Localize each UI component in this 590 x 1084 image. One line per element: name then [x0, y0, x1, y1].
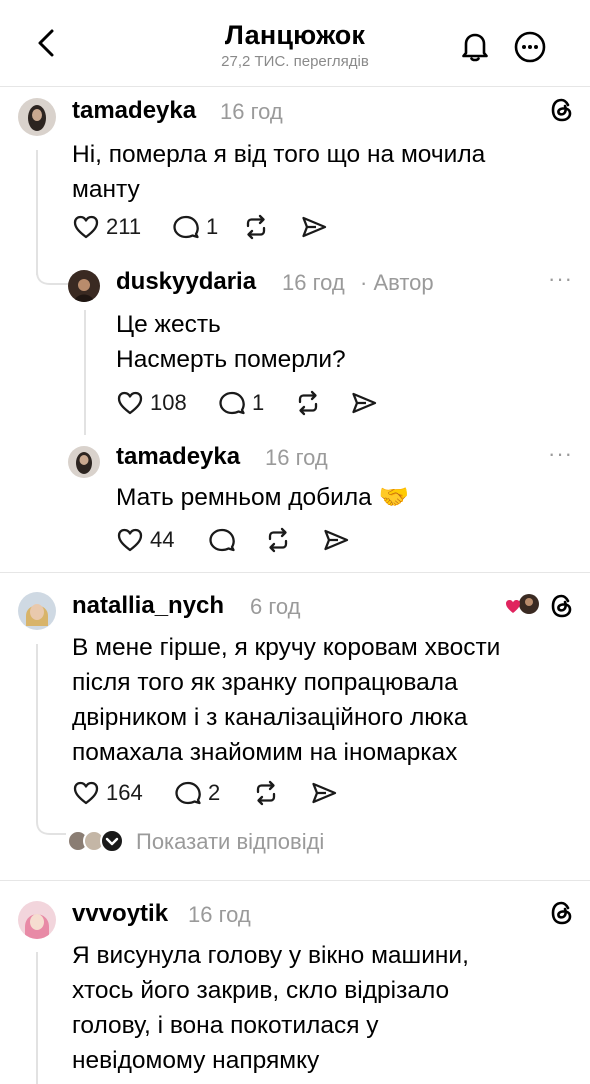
post-time: 16 год	[265, 445, 328, 470]
post-text: В мене гірше, я кручу коровам хвости піс…	[72, 634, 501, 766]
repost-button[interactable]	[252, 780, 280, 806]
avatar[interactable]	[68, 446, 100, 478]
heart-icon	[73, 215, 99, 239]
post-text: Це жесть Насмерть померли?	[116, 311, 346, 373]
comment-icon	[219, 391, 245, 415]
threads-button[interactable]	[549, 96, 575, 124]
share-icon	[352, 392, 377, 414]
post-text: Ні, померла я від того що на мочила мант…	[72, 141, 486, 203]
thread-connector	[36, 800, 66, 835]
avatar[interactable]	[18, 98, 56, 136]
username[interactable]: tamadeyka	[116, 443, 240, 471]
comment-icon	[209, 528, 235, 552]
repost-icon	[246, 214, 266, 240]
repost-button[interactable]	[264, 527, 292, 553]
comment-button[interactable]: 2	[174, 780, 220, 806]
threads-icon	[551, 98, 572, 122]
username[interactable]: natallia_nych	[72, 592, 224, 620]
share-button[interactable]	[322, 527, 350, 553]
heart-icon	[73, 781, 99, 805]
avatar[interactable]	[18, 901, 56, 939]
avatar[interactable]	[18, 592, 56, 630]
comment-icon	[175, 781, 201, 805]
top-bar: Ланцюжок 27,2 ТИС. переглядів	[0, 0, 590, 87]
like-button[interactable]: 44	[116, 527, 174, 553]
threads-button[interactable]	[549, 592, 575, 620]
bell-icon	[462, 33, 488, 62]
repost-icon	[298, 390, 318, 416]
username[interactable]: vvvoytik	[72, 900, 168, 928]
repost-button[interactable]	[294, 390, 322, 416]
threads-button[interactable]	[549, 899, 575, 927]
like-count: 44	[150, 527, 175, 552]
thread-line	[36, 644, 38, 814]
show-replies-link[interactable]: Показати відповіді	[136, 829, 324, 855]
like-count: 108	[150, 390, 187, 415]
comment-button[interactable]	[208, 527, 236, 553]
stacked-avatars-icon	[67, 829, 124, 853]
avatar[interactable]	[68, 270, 100, 302]
thread-line	[36, 952, 38, 1084]
author-badge: · Автор	[360, 270, 434, 295]
more-button[interactable]	[513, 30, 547, 64]
liked-by-author-badge	[504, 592, 540, 618]
repost-button[interactable]	[242, 214, 270, 240]
like-button[interactable]: 164	[72, 780, 143, 806]
share-icon	[324, 529, 349, 551]
like-button[interactable]: 211	[72, 214, 141, 240]
comment-button[interactable]: 1	[172, 214, 218, 240]
comment-button[interactable]: 1	[218, 390, 264, 416]
share-icon	[302, 216, 327, 238]
reply-count: 1	[206, 214, 219, 239]
thread-line	[84, 310, 86, 435]
post-time: 6 год	[250, 594, 301, 619]
share-button[interactable]	[310, 780, 338, 806]
reply-count: 2	[208, 780, 221, 805]
repost-icon	[256, 780, 276, 806]
post-text: Мать ремньом добила 🤝	[116, 484, 410, 511]
like-count: 211	[106, 214, 142, 239]
divider	[0, 880, 590, 881]
views-count: 27,2 ТИС. переглядів	[221, 53, 369, 70]
threads-icon	[551, 901, 572, 925]
post-menu-button[interactable]: ···	[548, 266, 573, 292]
like-button[interactable]: 108	[116, 390, 187, 416]
comment-icon	[173, 215, 199, 239]
post-menu-button[interactable]: ···	[548, 441, 573, 467]
post-time: 16 год	[220, 99, 283, 124]
username[interactable]: duskyydaria	[116, 268, 256, 296]
threads-icon	[551, 594, 572, 618]
share-icon	[312, 782, 337, 804]
post-time: 16 год	[282, 270, 345, 295]
heart-avatar-icon	[506, 594, 539, 614]
thread-line	[36, 150, 38, 275]
username[interactable]: tamadeyka	[72, 97, 196, 125]
reply-avatars[interactable]	[66, 828, 130, 854]
share-button[interactable]	[300, 214, 328, 240]
divider	[0, 572, 590, 573]
notify-button[interactable]	[460, 30, 490, 62]
like-count: 164	[106, 780, 143, 805]
reply-count: 1	[252, 390, 265, 415]
repost-icon	[268, 527, 288, 553]
heart-icon	[117, 391, 143, 415]
page-title: Ланцюжок	[224, 20, 366, 50]
heart-icon	[117, 528, 143, 552]
post-time: 16 год	[188, 902, 251, 927]
post-text: Я висунула голову у вікно машини, хтось …	[72, 942, 469, 1074]
share-button[interactable]	[350, 390, 378, 416]
more-icon	[514, 31, 546, 63]
